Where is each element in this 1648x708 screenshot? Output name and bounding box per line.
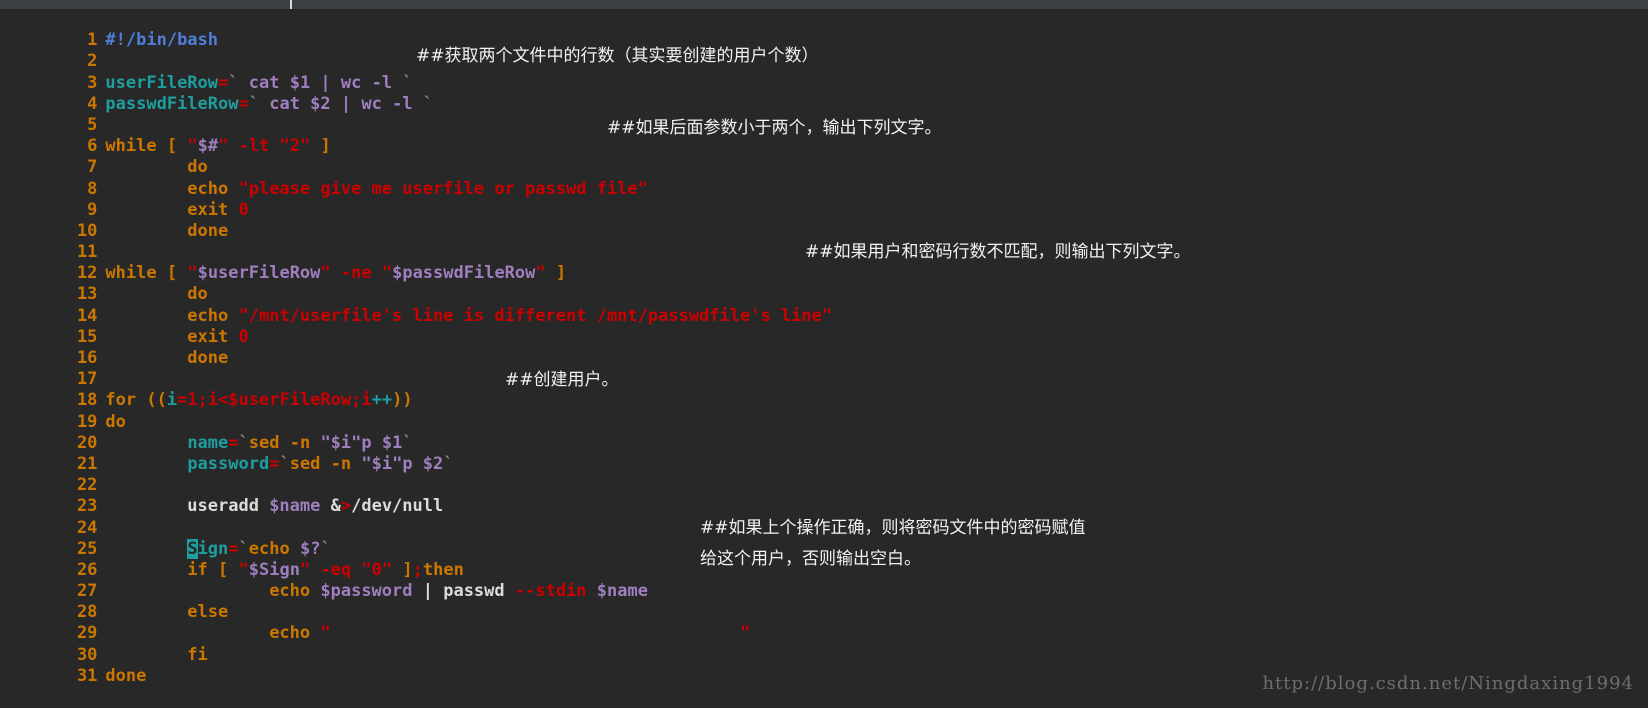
code-line[interactable]: 13 do xyxy=(0,263,1648,304)
code-line[interactable]: 28 else xyxy=(0,581,1648,622)
code-line[interactable]: 9 exit 0 xyxy=(0,179,1648,220)
code-line[interactable]: 2 xyxy=(0,30,1648,71)
window-titlebar xyxy=(0,0,1648,9)
code-line[interactable]: 20 name=`sed -n "$i"p $1` xyxy=(0,412,1648,453)
annotation-arg-check: ##如果后面参数小于两个，输出下列文字。 xyxy=(607,118,942,138)
line-number: 31 xyxy=(76,665,98,686)
blog-watermark: http://blog.csdn.net/Ningdaxing1994 xyxy=(1262,673,1634,694)
code-line[interactable]: 23 useradd $name &>/dev/null xyxy=(0,475,1648,516)
code-line[interactable]: 22 xyxy=(0,454,1648,495)
code-line[interactable]: 29 echo " " xyxy=(0,602,1648,643)
annotation-assign-password-line-2: 给这个用户，否则输出空白。 xyxy=(700,549,921,569)
code-content: done xyxy=(105,665,147,686)
annotation-line-mismatch: ##如果用户和密码行数不匹配，则输出下列文字。 xyxy=(805,242,1191,262)
code-line[interactable]: 18 for ((i=1;i<$userFileRow;i++)) xyxy=(0,369,1648,410)
code-line[interactable]: 14 echo "/mnt/userfile's line is differe… xyxy=(0,284,1648,326)
code-line[interactable]: 3 userFileRow=` cat $1 | wc -l ` xyxy=(0,51,1648,93)
screenshot-root: 1 #!/bin/bash 2 3 userFileRow=` cat $1 | w… xyxy=(0,0,1648,700)
code-line[interactable]: 8 echo "please give me userfile or passw… xyxy=(0,157,1648,199)
code-line[interactable]: 10 done xyxy=(0,200,1648,241)
code-line[interactable]: 1 #!/bin/bash xyxy=(0,9,1648,50)
code-line[interactable]: 16 done xyxy=(0,327,1648,368)
code-line[interactable]: 24 xyxy=(0,496,1648,538)
code-editor[interactable]: 1 #!/bin/bash 2 3 userFileRow=` cat $1 | w… xyxy=(0,9,1648,700)
code-line[interactable]: 4 passwdFileRow=` cat $2 | wc -l ` xyxy=(0,73,1648,114)
code-line[interactable]: 19 do xyxy=(0,390,1648,432)
code-line[interactable]: 21 password=`sed -n "$i"p $2` xyxy=(0,433,1648,474)
annotation-create-user: ##创建用户。 xyxy=(505,370,619,390)
code-line[interactable]: 31 done xyxy=(0,645,1648,686)
code-line[interactable]: 30 fi xyxy=(0,623,1648,665)
annotation-assign-password-line-1: ##如果上个操作正确，则将密码文件中的密码赋值 xyxy=(700,518,1086,538)
code-line[interactable]: 17 xyxy=(0,348,1648,389)
code-line[interactable]: 15 exit 0 xyxy=(0,306,1648,347)
code-line[interactable]: 7 do xyxy=(0,136,1648,177)
titlebar-caret-icon xyxy=(290,0,292,9)
code-line[interactable]: 11 xyxy=(0,221,1648,262)
annotation-get-line-counts: ##获取两个文件中的行数（其实要创建的用户个数） xyxy=(416,46,819,66)
code-line[interactable]: 5 xyxy=(0,94,1648,135)
